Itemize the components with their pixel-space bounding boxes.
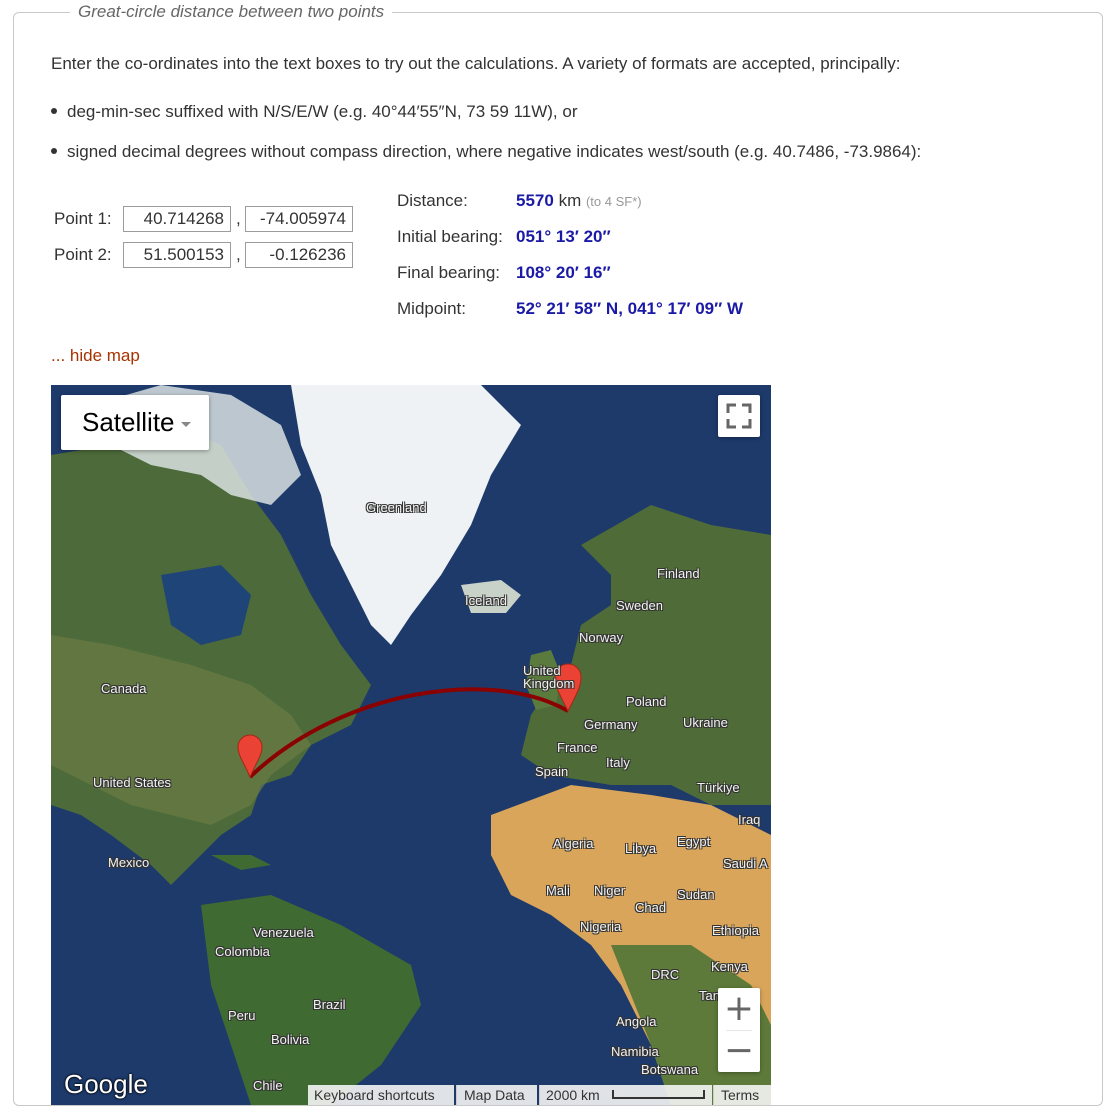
map-label-mexico: Mexico xyxy=(108,855,150,870)
scale-bar[interactable]: 2000 km xyxy=(539,1085,712,1105)
map-label-brazil: Brazil xyxy=(313,997,346,1012)
map-label-iraq: Iraq xyxy=(738,812,761,827)
hide-map-link[interactable]: ... hide map xyxy=(51,346,140,366)
bullet-dot xyxy=(51,107,57,114)
map-label-kenya: Kenya xyxy=(711,959,748,974)
bullet-item: deg-min-sec suffixed with N/S/E/W (e.g. … xyxy=(51,102,577,122)
fieldset-legend: Great-circle distance between two points xyxy=(70,2,393,22)
caret-down-icon xyxy=(180,421,191,427)
scale-label: 2000 km xyxy=(546,1087,600,1103)
map-label-tanzania: Tan xyxy=(699,988,720,1003)
map-label-germany: Germany xyxy=(584,717,638,732)
comma-separator: , xyxy=(236,209,241,228)
map-label-united-states: United States xyxy=(93,775,172,790)
final-bearing-value: 108° 20′ 16″ xyxy=(516,263,611,282)
distance-number: 5570 xyxy=(516,191,554,210)
scale-line xyxy=(612,1090,705,1099)
map-label-finland: Finland xyxy=(657,566,700,581)
map-label-drc: DRC xyxy=(651,967,680,982)
map-label-chile: Chile xyxy=(253,1078,283,1093)
map-type-label: Satellite xyxy=(82,407,175,437)
map-label-chad: Chad xyxy=(635,900,667,915)
map-label-sweden: Sweden xyxy=(616,598,663,613)
map-label-bolivia: Bolivia xyxy=(271,1032,310,1047)
map-label-algeria: Algeria xyxy=(553,836,594,851)
point2-lat-input[interactable] xyxy=(123,242,231,268)
point2-label: Point 2: xyxy=(54,245,112,264)
distance-label: Distance: xyxy=(397,191,468,210)
map-label-iceland: Iceland xyxy=(465,593,507,608)
map-label-ethiopia: Ethiopia xyxy=(712,923,759,938)
initial-bearing-value: 051° 13′ 20″ xyxy=(516,227,611,246)
map-label-sudan: Sudan xyxy=(677,887,715,902)
map-data-link[interactable]: Map Data xyxy=(456,1085,537,1105)
intro-text: Enter the co-ordinates into the text box… xyxy=(51,54,901,73)
point1-lat-input[interactable] xyxy=(123,206,231,232)
point1-lon-input[interactable] xyxy=(245,206,353,232)
bullet-item: signed decimal degrees without compass d… xyxy=(51,142,921,162)
map-label-egypt: Egypt xyxy=(677,834,711,849)
map-label-nigeria: Nigeria xyxy=(580,919,622,934)
map-label-saudi: Saudi A xyxy=(723,856,768,871)
point2-lon-input[interactable] xyxy=(245,242,353,268)
map-label-namibia: Namibia xyxy=(611,1044,659,1059)
map-label-mali: Mali xyxy=(546,883,570,898)
fullscreen-icon xyxy=(726,403,752,429)
bullet-dot xyxy=(51,147,57,154)
map-label-ukraine: Ukraine xyxy=(683,715,728,730)
map-label-poland: Poland xyxy=(626,694,667,709)
map-label-venezuela: Venezuela xyxy=(253,925,314,940)
map-label-libya: Libya xyxy=(625,841,657,856)
satellite-imagery xyxy=(51,385,771,1105)
midpoint-label: Midpoint: xyxy=(397,299,466,318)
map-label-turkiye: Türkiye xyxy=(697,780,740,795)
zoom-out-button[interactable]: − xyxy=(718,1030,760,1072)
zoom-control: + − xyxy=(718,988,760,1072)
map-label-canada: Canada xyxy=(101,681,147,696)
initial-bearing-label: Initial bearing: xyxy=(397,227,503,246)
zoom-in-button[interactable]: + xyxy=(718,988,760,1030)
comma-separator: , xyxy=(236,245,241,264)
final-bearing-label: Final bearing: xyxy=(397,263,501,282)
map-label-norway: Norway xyxy=(579,630,624,645)
fullscreen-button[interactable] xyxy=(718,395,760,437)
map-label-italy: Italy xyxy=(606,755,630,770)
map-label-spain: Spain xyxy=(535,764,569,779)
map-label-greenland: Greenland xyxy=(366,500,427,515)
distance-value: 5570 km (to 4 SF*) xyxy=(516,191,642,211)
map-label-peru: Peru xyxy=(228,1008,256,1023)
map-type-button[interactable]: Satellite xyxy=(61,395,209,450)
map-label-uk: United Kingdom xyxy=(523,663,575,691)
distance-unit: km xyxy=(558,191,582,210)
midpoint-value: 52° 21′ 58″ N, 041° 17′ 09″ W xyxy=(516,299,744,318)
map-label-colombia: Colombia xyxy=(215,944,270,959)
map-label-niger: Niger xyxy=(594,883,626,898)
terms-link[interactable]: Terms xyxy=(713,1085,771,1105)
map-label-angola: Angola xyxy=(616,1014,657,1029)
map-view[interactable]: Greenland Iceland Finland Sweden Norway … xyxy=(51,385,771,1105)
map-label-france: France xyxy=(557,740,598,755)
point1-label: Point 1: xyxy=(54,209,112,228)
map-label-botswana: Botswana xyxy=(641,1062,699,1077)
keyboard-shortcuts-link[interactable]: Keyboard shortcuts xyxy=(308,1085,454,1105)
distance-note: (to 4 SF*) xyxy=(585,194,642,209)
google-logo: Google xyxy=(64,1069,148,1099)
